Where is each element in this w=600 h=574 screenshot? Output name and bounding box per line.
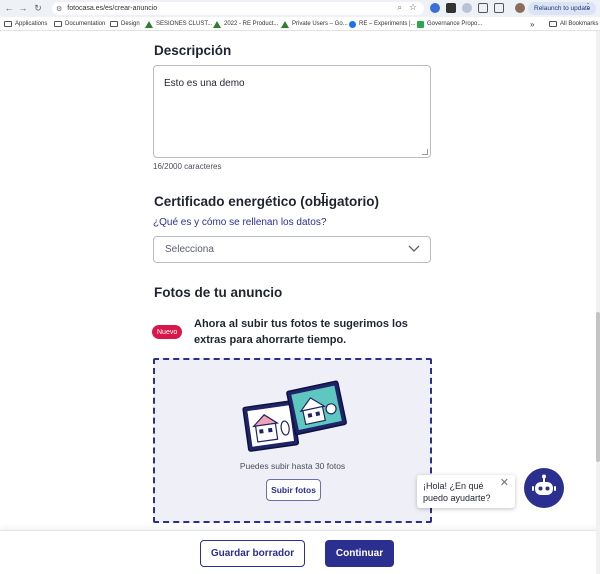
certificate-select-value: Selecciona	[165, 244, 214, 255]
bookmark-label: Applications	[15, 21, 48, 27]
new-badge: Nuevo	[152, 325, 183, 339]
description-value: Esto es una demo	[164, 78, 245, 89]
all-bookmarks-label: All Bookmarks	[560, 21, 599, 27]
bookmark-label: SESIONES CLUST...	[156, 21, 213, 27]
menu-dots-icon[interactable]: ⋮	[584, 2, 592, 11]
chatbot-button[interactable]	[524, 468, 564, 508]
folder-icon	[110, 21, 118, 27]
folder-icon	[549, 21, 557, 27]
extension-icon[interactable]	[462, 3, 472, 13]
zoom-icon[interactable]: ⌕	[398, 3, 402, 13]
action-footer: Guardar borrador Continuar	[0, 530, 600, 574]
bookmark-label: Design	[121, 21, 140, 27]
photo-dropzone[interactable]: Puedes subir hasta 30 fotos Subir fotos	[153, 358, 432, 523]
drive-icon	[213, 20, 221, 28]
bookmark-re-experiments[interactable]: RE – Experiments |...	[349, 19, 416, 29]
bookmarks-bar: Applications Documentation Design SESION…	[0, 17, 600, 31]
upload-photos-button[interactable]: Subir fotos	[266, 479, 321, 501]
doc-icon	[417, 20, 424, 28]
certificate-help-link[interactable]: ¿Qué es y cómo se rellenan los datos?	[153, 217, 326, 228]
bookmark-label: RE – Experiments |...	[359, 21, 416, 27]
extensions-puzzle-icon[interactable]	[494, 3, 504, 13]
bookmark-star-icon[interactable]: ☆	[409, 2, 417, 13]
avatar[interactable]	[515, 3, 525, 13]
extension-icon[interactable]	[446, 3, 456, 13]
relaunch-label: Relaunch to update	[534, 5, 591, 12]
address-url: fotocasa.es/es/crear-anuncio	[67, 5, 158, 12]
photos-promo-text: Ahora al subir tus fotos te sugerimos lo…	[194, 318, 408, 346]
address-bar[interactable]: ⚙ fotocasa.es/es/crear-anuncio ⌕ ☆	[52, 2, 424, 15]
photos-heading: Fotos de tu anuncio	[154, 285, 283, 300]
house-photos-illustration-icon	[242, 380, 347, 452]
reload-icon[interactable]: ↻	[31, 1, 45, 15]
globe-icon	[349, 20, 356, 28]
close-icon[interactable]: ✕	[500, 477, 509, 489]
continue-button[interactable]: Continuar	[325, 540, 394, 567]
more-bookmarks-label: »	[530, 19, 535, 29]
description-heading: Descripción	[154, 43, 232, 58]
drive-icon	[145, 20, 153, 28]
bookmark-applications[interactable]: Applications	[4, 19, 47, 29]
forward-icon[interactable]: →	[16, 1, 30, 15]
browser-toolbar: ← → ↻ ⚙ fotocasa.es/es/crear-anuncio ⌕ ☆…	[0, 0, 600, 17]
mouse-cursor-icon	[321, 193, 326, 203]
extension-icon[interactable]	[430, 3, 440, 13]
browser-window: ← → ↻ ⚙ fotocasa.es/es/crear-anuncio ⌕ ☆…	[0, 0, 600, 574]
folder-icon	[54, 21, 62, 27]
save-draft-button[interactable]: Guardar borrador	[200, 540, 305, 567]
description-textarea[interactable]: Esto es una demo	[153, 65, 431, 158]
scrollbar-track[interactable]	[596, 31, 600, 574]
more-bookmarks-button[interactable]: »	[530, 19, 534, 29]
upload-hint: Puedes subir hasta 30 fotos	[239, 461, 346, 471]
bookmark-label: Governance Propo...	[427, 21, 483, 27]
extension-icon[interactable]	[478, 3, 488, 13]
scrollbar-thumb[interactable]	[596, 312, 600, 462]
robot-icon	[532, 474, 556, 495]
bookmark-label: Private Users – Go...	[292, 21, 348, 27]
bookmark-sesiones[interactable]: SESIONES CLUST...	[145, 19, 212, 29]
bookmark-private-users[interactable]: Private Users – Go...	[281, 19, 348, 29]
page-content: Descripción Esto es una demo 16/2000 car…	[0, 31, 600, 574]
folder-icon	[4, 21, 12, 27]
bookmark-re-product[interactable]: 2022 - RE Product...	[213, 19, 278, 29]
chevron-down-icon	[408, 245, 420, 252]
resize-grip-icon[interactable]	[422, 149, 428, 155]
bookmark-documentation[interactable]: Documentation	[54, 19, 105, 29]
relaunch-button[interactable]: Relaunch to update ⋮	[528, 2, 596, 15]
drive-icon	[281, 20, 289, 28]
chat-bubble[interactable]: ¡Hola! ¿En qué puedo ayudarte? ✕	[417, 475, 515, 508]
character-counter: 16/2000 caracteres	[153, 162, 222, 171]
chat-bubble-text: ¡Hola! ¿En qué puedo ayudarte?	[423, 481, 491, 503]
bookmark-label: 2022 - RE Product...	[224, 21, 279, 27]
bookmark-governance[interactable]: Governance Propo...	[417, 19, 482, 29]
certificate-select[interactable]: Selecciona	[153, 236, 431, 263]
all-bookmarks-button[interactable]: All Bookmarks	[549, 19, 598, 29]
bookmark-design[interactable]: Design	[110, 19, 140, 29]
site-info-icon[interactable]: ⚙	[56, 5, 62, 13]
back-icon[interactable]: ←	[2, 1, 16, 15]
bookmark-label: Documentation	[65, 21, 106, 27]
certificate-heading: Certificado energético (obligatorio)	[154, 194, 380, 209]
